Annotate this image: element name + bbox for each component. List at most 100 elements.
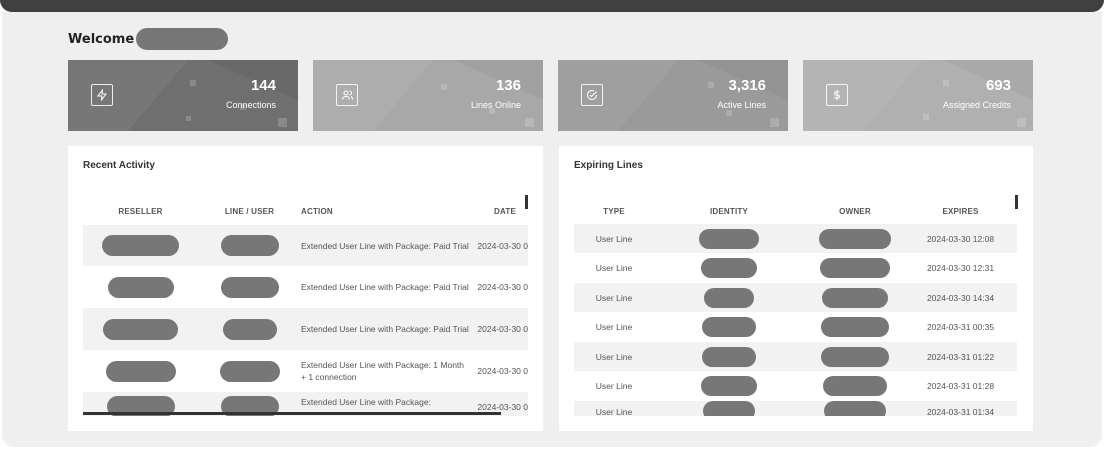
stat-label: Assigned Credits bbox=[942, 100, 1011, 110]
date-text: 2024-03-30 0 bbox=[477, 324, 528, 334]
decor-square bbox=[186, 116, 191, 121]
horizontal-scrollbar[interactable] bbox=[83, 412, 501, 415]
stat-label: Connections bbox=[225, 100, 276, 110]
column-header-type[interactable]: TYPE bbox=[574, 207, 654, 216]
decor-square bbox=[726, 110, 732, 116]
table-row[interactable]: Extended User Line with Package: Paid Tr… bbox=[83, 225, 528, 266]
table-row[interactable]: User Line 2024-03-31 01:22 bbox=[574, 342, 1017, 371]
action-text: Extended User Line with Package: Paid Tr… bbox=[301, 240, 469, 251]
expires-text: 2024-03-30 12:08 bbox=[926, 233, 995, 244]
stat-label: Lines Online bbox=[470, 100, 521, 110]
welcome-heading: Welcome bbox=[68, 28, 229, 50]
check-circle-icon bbox=[581, 84, 603, 106]
redacted-identity bbox=[703, 401, 755, 416]
type-text: User Line bbox=[595, 381, 633, 391]
top-bar bbox=[0, 0, 1104, 12]
decor-square bbox=[770, 118, 779, 127]
action-text: Extended User Line with Package: Paid Tr… bbox=[301, 282, 469, 292]
stat-card-assigned-credits[interactable]: 693 Assigned Credits bbox=[803, 60, 1033, 131]
redacted-owner bbox=[823, 376, 887, 396]
column-header-expires[interactable]: EXPIRES bbox=[906, 207, 1015, 216]
redacted-reseller bbox=[105, 360, 176, 382]
redacted-owner bbox=[824, 401, 886, 416]
table-row[interactable]: User Line 2024-03-31 00:35 bbox=[574, 312, 1017, 342]
lightning-icon bbox=[91, 84, 113, 106]
date-text: 2024-03-30 0 bbox=[477, 282, 528, 292]
column-header-date[interactable]: DATE bbox=[471, 207, 516, 216]
action-text: Extended User Line with Package: bbox=[301, 397, 431, 407]
expires-text: 2024-03-30 14:34 bbox=[926, 292, 995, 303]
expires-text: 2024-03-31 01:22 bbox=[926, 351, 995, 362]
stat-card-active-lines[interactable]: 3,316 Active Lines bbox=[558, 60, 788, 131]
redacted-identity bbox=[704, 287, 754, 308]
redacted-reseller bbox=[102, 235, 179, 256]
column-header-reseller[interactable]: RESELLER bbox=[83, 207, 198, 216]
vertical-scrollbar[interactable] bbox=[1015, 195, 1018, 209]
redacted-owner bbox=[821, 317, 889, 337]
table-header: RESELLER LINE / USER ACTION DATE bbox=[83, 198, 528, 224]
table-header: TYPE IDENTITY OWNER EXPIRES bbox=[574, 198, 1017, 224]
type-text: User Line bbox=[595, 407, 633, 416]
stat-card-connections[interactable]: 144 Connections bbox=[68, 60, 298, 131]
type-text: User Line bbox=[595, 233, 633, 244]
redacted-reseller bbox=[107, 276, 174, 298]
redacted-identity bbox=[699, 228, 759, 249]
redacted-identity bbox=[702, 346, 756, 367]
stat-card-lines-online[interactable]: 136 Lines Online bbox=[313, 60, 543, 131]
table-row[interactable]: Extended User Line with Package: Paid Tr… bbox=[83, 308, 528, 350]
redacted-user bbox=[220, 235, 279, 256]
redacted-identity bbox=[701, 376, 757, 396]
column-header-action[interactable]: ACTION bbox=[301, 207, 471, 216]
expires-text: 2024-03-30 12:31 bbox=[926, 263, 995, 273]
type-text: User Line bbox=[595, 322, 633, 332]
date-text: 2024-03-30 0 bbox=[477, 402, 528, 412]
stat-value: 693 bbox=[985, 77, 1011, 94]
redacted-user bbox=[222, 318, 277, 340]
decor-square bbox=[1017, 118, 1026, 127]
stat-value: 136 bbox=[495, 77, 521, 94]
table-row[interactable]: Extended User Line with Package: Paid Tr… bbox=[83, 266, 528, 308]
recent-activity-panel: Recent Activity RESELLER LINE / USER ACT… bbox=[68, 146, 543, 431]
table-row[interactable]: User Line 2024-03-31 01:28 bbox=[574, 371, 1017, 401]
decor-square bbox=[708, 82, 714, 88]
redacted-username bbox=[136, 28, 229, 50]
table-row[interactable]: Extended User Line with Package: 1 Month… bbox=[83, 350, 528, 392]
redacted-owner bbox=[819, 228, 891, 249]
expiring-lines-panel: Expiring Lines TYPE IDENTITY OWNER EXPIR… bbox=[559, 146, 1033, 431]
table-row[interactable]: User Line 2024-03-30 12:31 bbox=[574, 253, 1017, 283]
column-header-owner[interactable]: OWNER bbox=[804, 207, 906, 216]
stat-label: Active Lines bbox=[717, 100, 766, 110]
date-text: 2024-03-30 0 bbox=[477, 366, 528, 376]
expires-text: 2024-03-31 00:35 bbox=[926, 322, 995, 332]
action-text: Extended User Line with Package: 1 Month… bbox=[301, 360, 465, 382]
users-icon bbox=[336, 84, 358, 106]
panel-title: Recent Activity bbox=[83, 160, 155, 171]
decor-square bbox=[943, 80, 949, 86]
redacted-owner bbox=[820, 258, 890, 278]
panel-title: Expiring Lines bbox=[574, 160, 643, 171]
welcome-text: Welcome bbox=[68, 31, 135, 47]
redacted-reseller bbox=[103, 318, 178, 340]
type-text: User Line bbox=[595, 292, 633, 303]
decor-square bbox=[441, 84, 447, 90]
type-text: User Line bbox=[595, 263, 633, 273]
type-text: User Line bbox=[595, 351, 633, 362]
table-row[interactable]: User Line 2024-03-31 01:34 bbox=[574, 401, 1017, 416]
table-row[interactable]: User Line 2024-03-30 14:34 bbox=[574, 283, 1017, 312]
decor-square bbox=[923, 114, 929, 120]
column-header-line-user[interactable]: LINE / USER bbox=[198, 207, 301, 216]
expires-text: 2024-03-31 01:34 bbox=[926, 407, 995, 416]
redacted-owner bbox=[822, 287, 888, 308]
column-header-identity[interactable]: IDENTITY bbox=[654, 207, 804, 216]
date-text: 2024-03-30 0 bbox=[477, 240, 528, 251]
redacted-identity bbox=[701, 258, 757, 278]
redacted-owner bbox=[821, 346, 889, 367]
action-text: Extended User Line with Package: Paid Tr… bbox=[301, 324, 469, 334]
decor-square bbox=[278, 118, 287, 127]
stat-value: 3,316 bbox=[728, 77, 766, 94]
redacted-user bbox=[219, 360, 280, 382]
dollar-icon bbox=[826, 84, 848, 106]
vertical-scrollbar[interactable] bbox=[525, 195, 528, 209]
table-row[interactable]: User Line 2024-03-30 12:08 bbox=[574, 224, 1017, 253]
expires-text: 2024-03-31 01:28 bbox=[926, 381, 995, 391]
